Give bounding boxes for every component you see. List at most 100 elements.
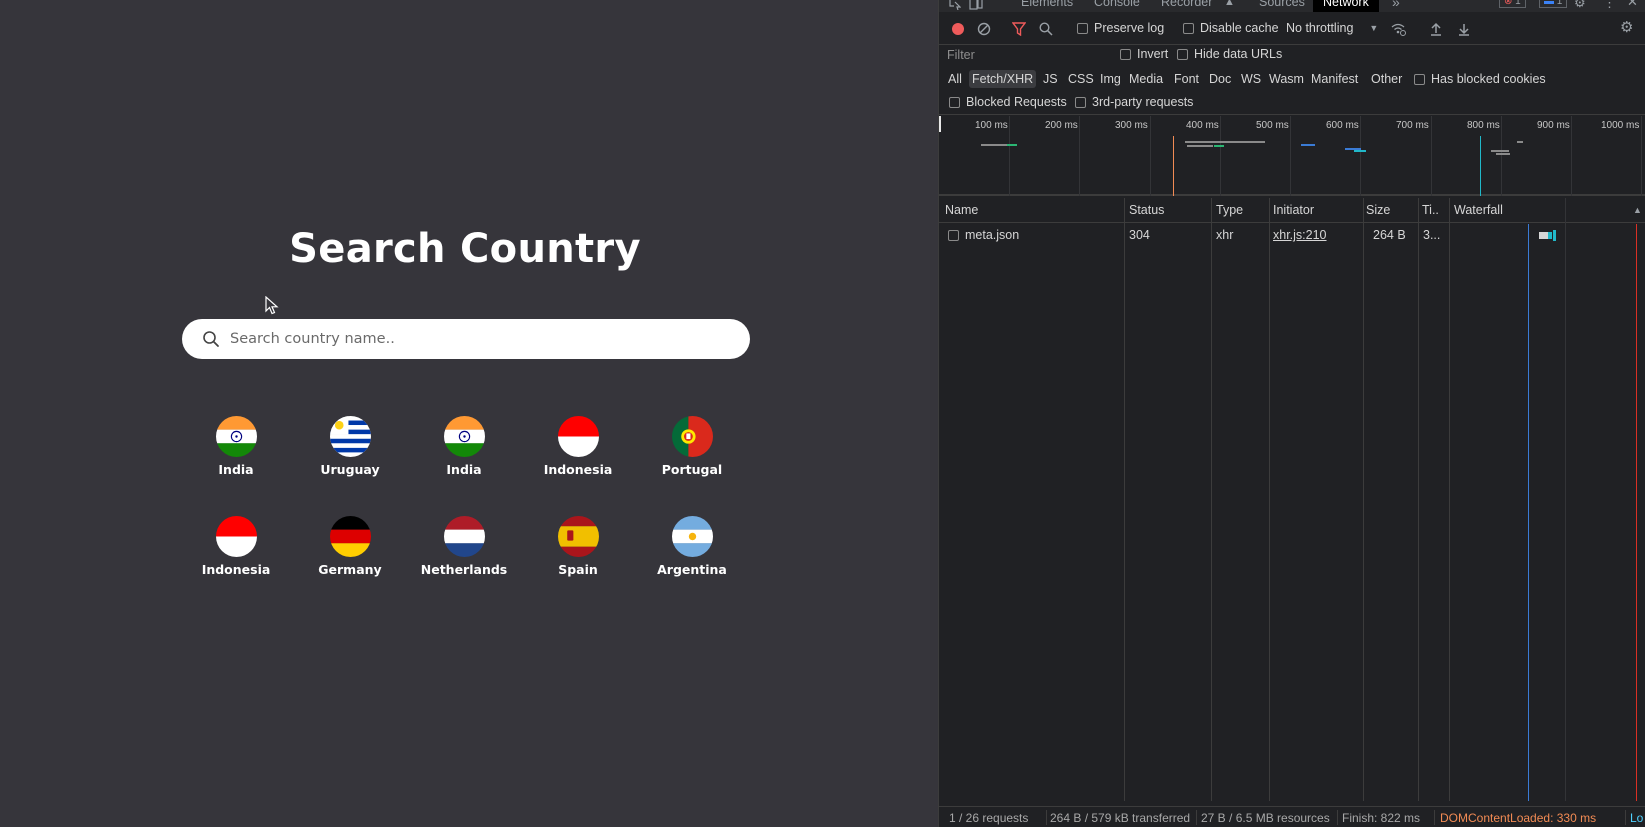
export-har-icon[interactable] [1457,21,1471,37]
request-initiator-link[interactable]: xhr.js:210 [1273,228,1327,242]
country-card[interactable]: Argentina [642,516,742,577]
tab-console[interactable]: Console [1094,0,1140,9]
third-party-checkbox[interactable] [1075,96,1086,108]
column-waterfall[interactable]: Waterfall [1454,203,1503,217]
search-bar[interactable] [182,319,750,359]
overview-request-bar [1185,141,1265,143]
table-row[interactable]: meta.json 304 xhr xhr.js:210 264 B 3... [939,224,1645,246]
timeline-tick: 800 ms [1467,120,1500,131]
more-tabs-icon[interactable]: » [1392,0,1400,10]
country-card[interactable]: Germany [300,516,400,577]
gridline [1009,116,1010,196]
type-filter-media[interactable]: Media [1126,70,1166,88]
has-blocked-cookies-toggle[interactable]: Has blocked cookies [1414,72,1546,86]
column-time[interactable]: Ti.. [1422,203,1439,217]
inspect-element-icon[interactable] [949,0,961,10]
type-filter-all[interactable]: All [945,70,965,88]
preserve-log-toggle[interactable]: Preserve log [1077,21,1164,35]
record-icon[interactable] [951,22,965,36]
error-counter[interactable]: ⊗ 1 [1499,0,1526,8]
tab-recorder[interactable]: Recorder [1161,0,1212,9]
invert-checkbox[interactable] [1120,48,1131,60]
request-count: 1 / 26 requests [949,811,1029,825]
column-divider[interactable] [1124,198,1125,801]
type-filter-fetch-xhr[interactable]: Fetch/XHR [969,70,1037,88]
type-filter-font[interactable]: Font [1171,70,1202,88]
dom-content-loaded-time: DOMContentLoaded: 330 ms [1440,811,1597,825]
type-filter-css[interactable]: CSS [1065,70,1097,88]
search-icon[interactable] [1039,22,1053,36]
hide-data-urls-checkbox[interactable] [1177,48,1188,60]
india-flag-icon [443,416,485,457]
tab-elements[interactable]: Elements [1021,0,1073,9]
gridline [1501,116,1502,196]
settings-gear-icon[interactable]: ⚙ [1574,0,1586,11]
network-settings-gear-icon[interactable]: ⚙ [1620,18,1633,36]
country-card[interactable]: Spain [528,516,628,577]
column-divider[interactable] [1269,198,1270,801]
column-initiator[interactable]: Initiator [1273,203,1314,217]
type-filter-doc[interactable]: Doc [1206,70,1234,88]
type-filter-wasm[interactable]: Wasm [1266,70,1307,88]
column-status[interactable]: Status [1129,203,1164,217]
third-party-toggle[interactable]: 3rd-party requests [1075,95,1193,109]
close-devtools-icon[interactable]: ✕ [1627,0,1638,10]
overview-request-bar [1496,153,1510,155]
column-type[interactable]: Type [1216,203,1243,217]
request-name[interactable]: meta.json [965,228,1019,242]
argentina-flag-icon [671,516,713,557]
clear-icon[interactable] [977,22,991,36]
column-divider[interactable] [1418,198,1419,801]
preserve-log-checkbox[interactable] [1077,22,1088,34]
blocked-requests-checkbox[interactable] [949,96,960,108]
country-card[interactable]: Portugal [642,416,742,477]
type-filter-other[interactable]: Other [1368,70,1405,88]
country-card[interactable]: India [414,416,514,477]
sort-ascending-icon[interactable]: ▲ [1633,205,1642,215]
country-card[interactable]: Indonesia [528,416,628,477]
column-divider[interactable] [1211,198,1212,801]
indonesia-flag-icon [557,416,599,457]
hide-data-urls-toggle[interactable]: Hide data URLs [1177,47,1282,61]
network-overview[interactable]: 100 ms 200 ms 300 ms 400 ms 500 ms 600 m… [939,116,1645,196]
import-har-icon[interactable] [1429,21,1443,37]
type-filter-ws[interactable]: WS [1238,70,1264,88]
country-card[interactable]: India [186,416,286,477]
overview-window-handle[interactable] [939,116,941,132]
filter-funnel-icon[interactable] [1012,22,1026,36]
type-filter-img[interactable]: Img [1097,70,1124,88]
network-conditions-icon[interactable] [1390,21,1406,37]
column-divider[interactable] [1363,198,1364,801]
device-toolbar-icon[interactable] [969,0,983,10]
divider [1337,810,1338,825]
type-filter-js[interactable]: JS [1040,70,1061,88]
overview-request-bar [981,144,1007,146]
search-input[interactable] [230,331,710,347]
throttling-select[interactable]: No throttling ▼ [1286,21,1378,35]
disable-cache-toggle[interactable]: Disable cache [1183,21,1279,35]
type-filter-manifest[interactable]: Manifest [1308,70,1361,88]
column-size[interactable]: Size [1366,203,1390,217]
india-flag-icon [215,416,257,457]
timeline-tick: 200 ms [1045,120,1078,131]
message-icon: ▬ [1544,0,1554,7]
gridline [1641,116,1642,196]
column-divider[interactable] [1449,198,1450,801]
page-title: Search Country [289,226,641,272]
disable-cache-checkbox[interactable] [1183,22,1194,34]
column-name[interactable]: Name [945,203,978,217]
load-line [1636,224,1637,801]
message-counter[interactable]: ▬ 1 [1539,0,1568,8]
country-card[interactable]: Netherlands [414,516,514,577]
country-card[interactable]: Indonesia [186,516,286,577]
tab-sources[interactable]: Sources [1259,0,1305,9]
kebab-menu-icon[interactable]: ⋮ [1603,0,1616,11]
tab-network[interactable]: Network [1313,0,1379,12]
has-blocked-cookies-checkbox[interactable] [1414,73,1425,85]
waterfall-bar-download [1553,230,1556,241]
country-card[interactable]: Uruguay [300,416,400,477]
filter-input[interactable]: Filter [947,48,975,62]
network-toolbar: Preserve log Disable cache No throttling… [939,13,1645,45]
blocked-requests-toggle[interactable]: Blocked Requests [949,95,1067,109]
invert-toggle[interactable]: Invert [1120,47,1168,61]
